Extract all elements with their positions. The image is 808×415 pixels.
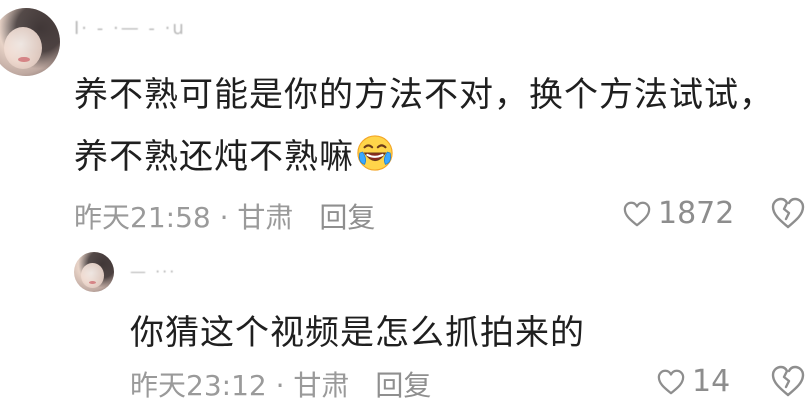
comment-text-line-2: 养不熟还炖不熟嘛 bbox=[74, 126, 394, 188]
avatar[interactable] bbox=[74, 252, 114, 292]
username[interactable]: — ··· bbox=[130, 262, 176, 281]
comment-text: 你猜这个视频是怎么抓拍来的 bbox=[130, 313, 585, 353]
like-count: 1872 bbox=[658, 196, 735, 231]
broken-heart-icon bbox=[771, 197, 805, 229]
comment-meta: 昨天23:12 · 甘肃 回复 bbox=[130, 364, 431, 404]
like-button[interactable]: 14 bbox=[656, 364, 730, 399]
reply-button[interactable]: 回复 bbox=[319, 196, 375, 236]
time-location: 昨天21:58 · 甘肃 bbox=[74, 201, 294, 234]
comment-item: — ··· 你猜这个视频是怎么抓拍来的 昨天23:12 · 甘肃 回复 14 bbox=[0, 240, 808, 415]
dislike-button[interactable] bbox=[770, 196, 806, 230]
reply-button[interactable]: 回复 bbox=[375, 364, 431, 404]
dislike-button[interactable] bbox=[770, 364, 806, 398]
comment-meta: 昨天21:58 · 甘肃 回复 bbox=[74, 196, 375, 236]
comment-text: 养不熟还炖不熟嘛 bbox=[74, 137, 354, 177]
avatar[interactable] bbox=[0, 8, 60, 76]
like-button[interactable]: 1872 bbox=[622, 196, 734, 231]
comment-text-line-1: 养不熟可能是你的方法不对，换个方法试试， bbox=[74, 75, 774, 115]
username[interactable]: Ⅰ· - ·— - ·u bbox=[74, 18, 186, 39]
comment-item: Ⅰ· - ·— - ·u 养不熟可能是你的方法不对，换个方法试试， 养不熟还炖不… bbox=[0, 0, 808, 240]
time-location: 昨天23:12 · 甘肃 bbox=[130, 369, 350, 402]
laughing-tears-icon bbox=[356, 130, 394, 171]
heart-icon bbox=[623, 201, 651, 226]
heart-icon bbox=[657, 369, 685, 394]
avatar-face bbox=[81, 263, 104, 288]
broken-heart-icon bbox=[771, 365, 805, 397]
like-count: 14 bbox=[692, 364, 731, 399]
